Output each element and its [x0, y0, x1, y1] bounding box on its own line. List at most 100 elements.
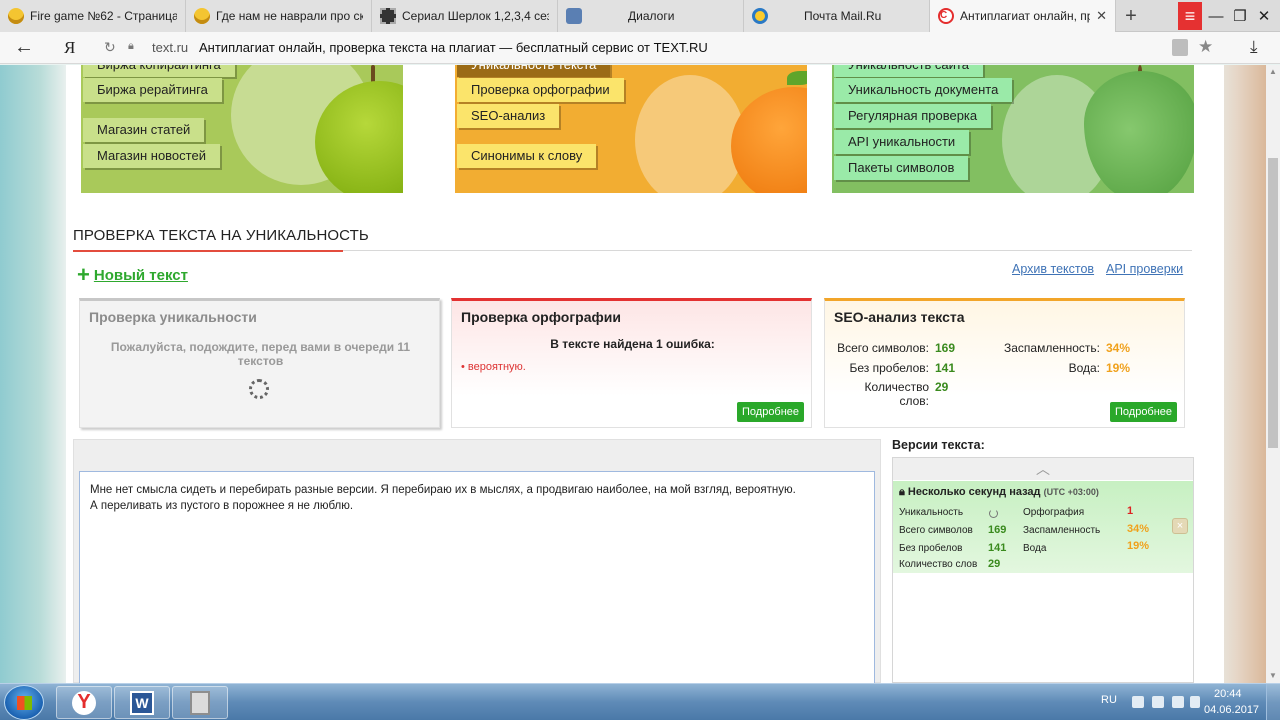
url-page-title[interactable]: Антиплагиат онлайн, проверка текста на п…: [199, 40, 708, 55]
versions-panel: ︿ 🔒︎ Несколько секунд назад (UTC +03:00)…: [892, 457, 1194, 683]
tab-close-icon[interactable]: ✕: [1090, 8, 1107, 24]
link-site-uniqueness[interactable]: Уникальность сайта: [834, 65, 983, 77]
downloads-icon[interactable]: ⤓: [1250, 37, 1258, 57]
seo-words-value: 29: [935, 380, 949, 394]
banner-uniqueness: Уникальность сайта Уникальность документ…: [832, 65, 1194, 193]
link-copywriting-exchange[interactable]: Биржа копирайтинга: [83, 65, 235, 77]
version-total-value: 169: [988, 524, 1007, 536]
link-symbol-packages[interactable]: Пакеты символов: [834, 156, 969, 180]
editor-panel: Мне нет смысла сидеть и перебирать разны…: [73, 439, 881, 683]
link-document-uniqueness[interactable]: Уникальность документа: [834, 78, 1013, 102]
seo-water-value: 19%: [1106, 361, 1131, 375]
seo-no-spaces-label: Без пробелов:: [849, 361, 930, 375]
show-desktop-button[interactable]: [1266, 684, 1280, 720]
windows-start-icon[interactable]: [4, 685, 44, 720]
version-nospace-label: Без пробелов: [899, 543, 963, 554]
windows-taskbar: Y W RU 20:44 04.06.2017: [0, 683, 1280, 720]
orange-leaf: [787, 71, 807, 85]
link-regular-check[interactable]: Регулярная проверка: [834, 104, 992, 128]
tab-dialogs[interactable]: Диалоги: [558, 0, 744, 32]
spelling-error-item[interactable]: • вероятную.: [461, 361, 526, 373]
uniqueness-card: Проверка уникальности Пожалуйста, подожд…: [79, 298, 440, 428]
spelling-more-button[interactable]: Подробнее: [737, 402, 805, 422]
seo-more-button[interactable]: Подробнее: [1110, 402, 1178, 422]
tab-article[interactable]: Где нам не наврали про ск: [186, 0, 372, 32]
maximize-icon[interactable]: ❐: [1228, 4, 1252, 28]
link-news-shop[interactable]: Магазин новостей: [83, 144, 220, 168]
taskbar-word[interactable]: W: [114, 686, 170, 719]
calculator-icon: [190, 690, 210, 715]
tab-title: Антиплагиат онлайн, пр: [960, 9, 1091, 23]
taskbar-calculator[interactable]: [172, 686, 228, 719]
banner-tools: Уникальность текста Проверка орфографии …: [455, 65, 807, 193]
lock-icon: 🔒︎: [899, 486, 905, 498]
action-center-icon[interactable]: [1190, 696, 1200, 708]
smiley-icon: [194, 8, 210, 24]
version-water-value: 19%: [1127, 540, 1150, 552]
link-rewriting-exchange[interactable]: Биржа рерайтинга: [83, 78, 222, 102]
version-entry[interactable]: 🔒︎ Несколько секунд назад (UTC +03:00) У…: [893, 481, 1193, 573]
link-seo-analysis[interactable]: SEO-анализ: [457, 104, 560, 128]
network-icon[interactable]: [1152, 696, 1164, 708]
menu-icon[interactable]: ≡: [1178, 2, 1202, 30]
minimize-icon[interactable]: —: [1204, 4, 1228, 28]
version-delete-icon[interactable]: ×: [1172, 518, 1188, 534]
tab-fire-game[interactable]: Fire game №62 - Страница: [0, 0, 186, 32]
tab-mail[interactable]: Почта Mail.Ru: [744, 0, 930, 32]
uniqueness-card-title: Проверка уникальности: [89, 309, 257, 325]
link-spell-check[interactable]: Проверка орфографии: [457, 78, 624, 102]
archive-link[interactable]: Архив текстов: [1012, 262, 1094, 276]
seo-words-label: Количество слов:: [864, 380, 929, 408]
chat-icon: [566, 8, 582, 24]
text-editor[interactable]: Мне нет смысла сидеть и перебирать разны…: [79, 471, 875, 683]
bookmark-star-icon[interactable]: ★: [1198, 37, 1213, 57]
spelling-card-title: Проверка орфографии: [461, 309, 621, 325]
new-tab-button[interactable]: +: [1118, 3, 1144, 29]
page-scrollbar[interactable]: ▲ ▼: [1266, 65, 1280, 683]
version-loading-icon: [989, 509, 998, 518]
reload-icon[interactable]: ↻: [104, 39, 116, 56]
versions-scroll-up-icon[interactable]: ︿: [893, 458, 1193, 480]
back-arrow-icon[interactable]: ←: [14, 36, 34, 59]
word-icon: W: [130, 690, 154, 715]
version-words-value: 29: [988, 558, 1001, 570]
link-api-uniqueness[interactable]: API уникальности: [834, 130, 970, 154]
link-article-shop[interactable]: Магазин статей: [83, 118, 205, 142]
volume-icon[interactable]: [1172, 696, 1184, 708]
scroll-thumb[interactable]: [1268, 158, 1278, 448]
new-text-label[interactable]: Новый текст: [94, 267, 188, 284]
clock-date[interactable]: 04.06.2017: [1204, 704, 1259, 716]
taskbar-yandex-browser[interactable]: Y: [56, 686, 112, 719]
link-text-uniqueness[interactable]: Уникальность текста: [457, 65, 611, 77]
password-manager-icon[interactable]: [1172, 39, 1188, 56]
site-info-icon[interactable]: 🔒︎: [128, 40, 134, 53]
tray-arrow-icon[interactable]: [1132, 696, 1144, 708]
seo-card: SEO-анализ текста Всего символов: 169 Бе…: [824, 298, 1185, 428]
page-viewport: Биржа копирайтинга Биржа рерайтинга Мага…: [0, 65, 1266, 683]
version-spam-value: 34%: [1127, 523, 1150, 535]
version-uniq-label: Уникальность: [899, 507, 964, 518]
address-bar: ← Я ↻ 🔒︎ text.ru Антиплагиат онлайн, про…: [0, 32, 1280, 64]
scroll-up-arrow-icon[interactable]: ▲: [1266, 65, 1280, 79]
yandex-logo[interactable]: Я: [64, 38, 75, 58]
version-spell-label: Орфография: [1023, 507, 1085, 518]
tab-title: Почта Mail.Ru: [804, 9, 882, 23]
decor-blob: [635, 75, 745, 193]
tab-sherlock[interactable]: Сериал Шерлок 1,2,3,4 сез: [372, 0, 558, 32]
link-synonyms[interactable]: Синонимы к слову: [457, 144, 597, 168]
seo-no-spaces-value: 141: [935, 361, 956, 375]
tab-title: Диалоги: [628, 9, 675, 23]
new-text-button[interactable]: + Новый текст: [77, 264, 188, 286]
api-link[interactable]: API проверки: [1106, 262, 1183, 276]
version-spam-label: Заспамленность: [1023, 525, 1101, 536]
clock-time[interactable]: 20:44: [1214, 688, 1242, 700]
language-indicator[interactable]: RU: [1101, 694, 1117, 706]
queue-message: Пожалуйста, подождите, перед вами в очер…: [110, 340, 411, 368]
scroll-down-arrow-icon[interactable]: ▼: [1266, 669, 1280, 683]
tab-textru[interactable]: C Антиплагиат онлайн, пр ✕: [930, 0, 1116, 32]
url-host[interactable]: text.ru: [152, 40, 188, 55]
close-window-icon[interactable]: ✕: [1252, 4, 1276, 28]
yandex-browser-icon: Y: [72, 690, 96, 715]
editor-line: А переливать из пустого в порожнее я не …: [90, 500, 354, 512]
version-spell-value: 1: [1127, 505, 1134, 517]
